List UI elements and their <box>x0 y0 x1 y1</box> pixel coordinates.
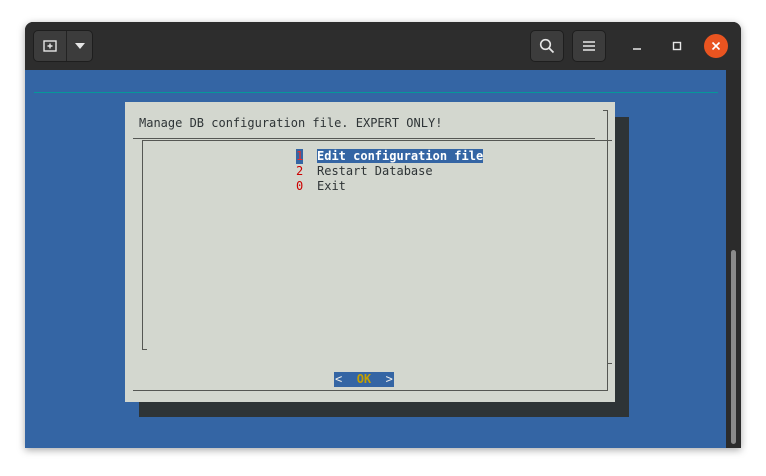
new-tab-icon <box>43 40 57 52</box>
dialog-frame-bottom <box>133 390 608 391</box>
backtitle-line <box>34 92 718 93</box>
menu-item-label: Restart Database <box>317 164 433 178</box>
ok-button-label: OK <box>356 372 372 386</box>
menu-list-box: 1 Edit configuration file 2 Restart Databa… <box>142 140 612 364</box>
minimize-button[interactable] <box>625 34 649 58</box>
terminal-window: Manage DB configuration file. EXPERT ONL… <box>25 22 741 448</box>
menu-item-edit-config[interactable]: 1 Edit configuration file <box>296 149 484 164</box>
menu-box-top-border <box>142 140 612 141</box>
new-tab-button[interactable] <box>34 31 68 61</box>
ok-bracket-right: > <box>385 372 393 386</box>
close-icon <box>711 41 721 51</box>
menu-item-exit[interactable]: 0 Exit <box>296 179 346 194</box>
menu-item-tag: 2 <box>296 164 304 178</box>
hamburger-menu-icon <box>583 41 595 51</box>
tab-dropdown-button[interactable] <box>67 31 92 61</box>
dialog-separator <box>133 138 595 139</box>
terminal-area[interactable]: Manage DB configuration file. EXPERT ONL… <box>25 70 741 448</box>
minimize-icon <box>633 48 641 50</box>
close-button[interactable] <box>704 34 728 58</box>
chevron-down-icon <box>74 43 85 49</box>
new-tab-button-group <box>33 30 93 62</box>
menu-box-bottom-corner <box>142 349 147 350</box>
menu-item-label: Edit configuration file <box>317 149 484 163</box>
menu-item-tag: 1 <box>296 149 304 164</box>
ok-button[interactable]: < OK > <box>334 372 394 387</box>
menu-item-restart-db[interactable]: 2 Restart Database <box>296 164 433 179</box>
menu-box-left-border <box>142 140 143 350</box>
menu-item-label: Exit <box>317 179 346 193</box>
dialog-title: Manage DB configuration file. EXPERT ONL… <box>139 116 443 130</box>
scrollbar-thumb[interactable] <box>731 250 736 444</box>
search-icon <box>539 38 555 54</box>
header-bar <box>25 22 741 70</box>
maximize-button[interactable] <box>665 34 689 58</box>
menu-dialog: Manage DB configuration file. EXPERT ONL… <box>125 102 615 402</box>
ok-bracket-left: < <box>335 372 343 386</box>
menu-box-right-corner <box>608 363 612 364</box>
menu-button[interactable] <box>572 30 606 62</box>
search-button[interactable] <box>530 30 564 62</box>
maximize-icon <box>672 41 682 51</box>
menu-item-tag: 0 <box>296 179 304 193</box>
